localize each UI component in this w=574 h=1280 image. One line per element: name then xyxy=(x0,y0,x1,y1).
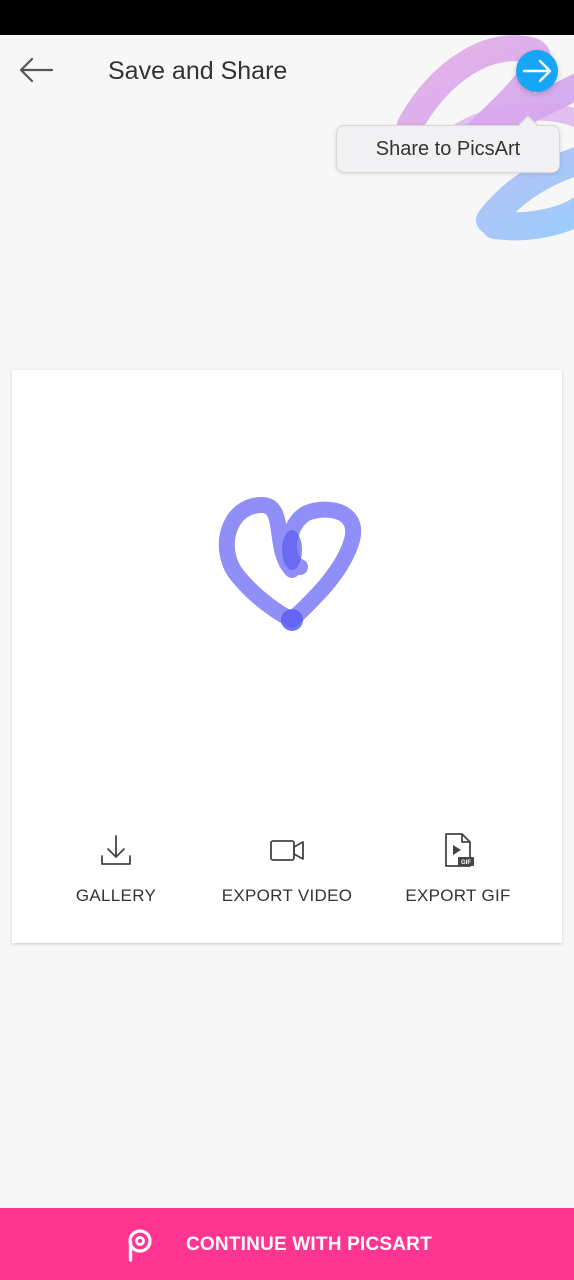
svg-text:GIF: GIF xyxy=(461,860,471,866)
export-gif-button[interactable]: GIF EXPORT GIF xyxy=(373,832,543,912)
video-camera-icon xyxy=(270,840,304,861)
continue-with-picsart-button[interactable]: CONTINUE WITH PICSART xyxy=(0,1208,574,1280)
share-to-picsart-tooltip[interactable]: Share to PicsArt xyxy=(336,115,560,173)
gif-file-icon: GIF xyxy=(445,833,474,867)
preview-card: GALLERY EXPORT VIDEO GIF EXPORT GIF xyxy=(12,370,562,943)
export-gif-label: EXPORT GIF xyxy=(405,886,511,905)
header: Save and Share xyxy=(0,35,574,110)
tooltip-label: Share to PicsArt xyxy=(375,138,521,160)
download-icon xyxy=(101,835,131,865)
back-button[interactable] xyxy=(16,53,56,87)
status-bar xyxy=(0,0,574,35)
export-video-button[interactable]: EXPORT VIDEO xyxy=(202,832,372,912)
page-title: Save and Share xyxy=(108,57,288,85)
gallery-label: GALLERY xyxy=(75,886,157,905)
heart-drawing-preview xyxy=(218,497,362,631)
arrow-left-icon xyxy=(19,57,54,83)
gallery-button[interactable]: GALLERY xyxy=(31,832,201,912)
share-next-button[interactable] xyxy=(516,50,558,92)
export-video-label: EXPORT VIDEO xyxy=(221,886,353,905)
continue-label: CONTINUE WITH PICSART xyxy=(186,1234,432,1255)
picsart-logo-icon xyxy=(128,1229,152,1262)
arrow-right-icon xyxy=(522,59,552,83)
